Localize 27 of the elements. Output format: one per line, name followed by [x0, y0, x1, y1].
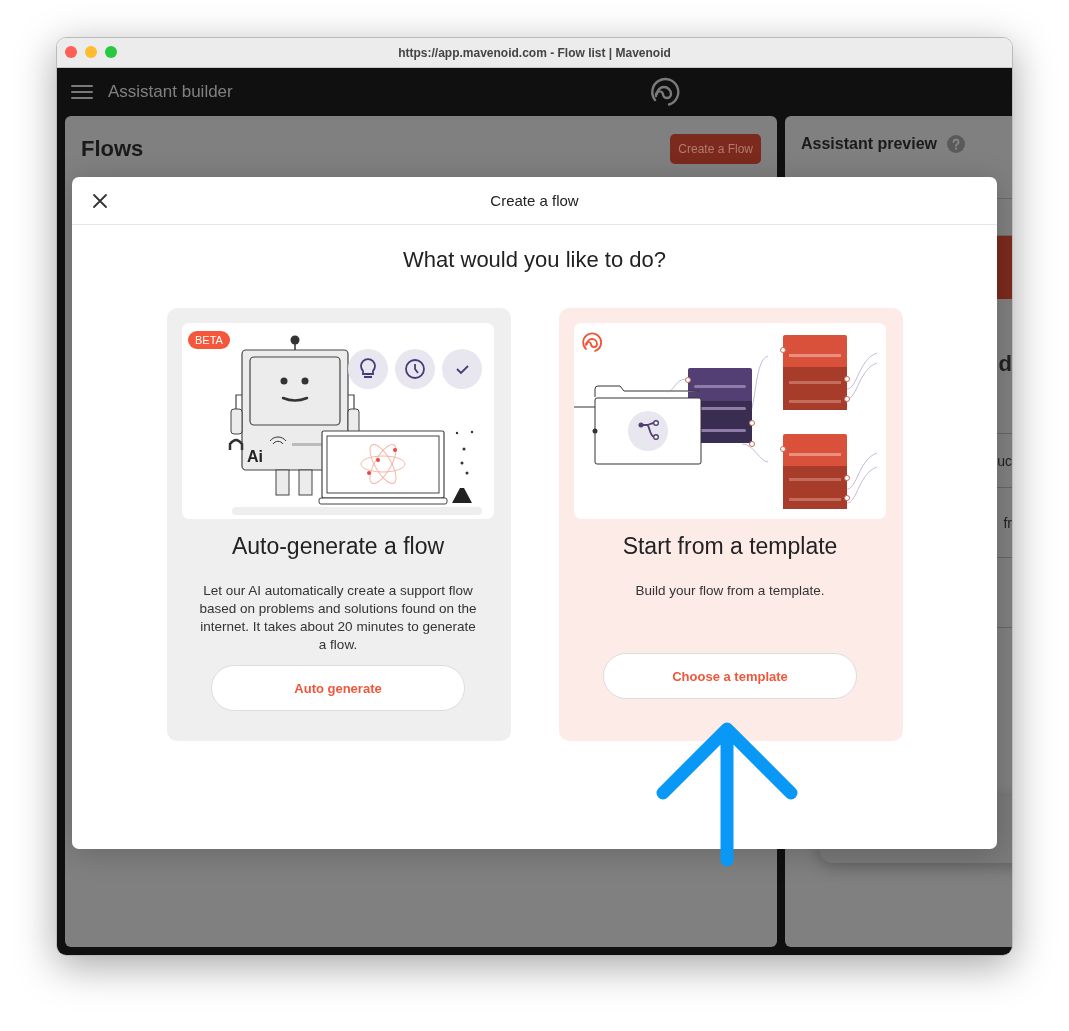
panel-title: Flows: [81, 136, 144, 162]
robot-label: Ai: [247, 448, 263, 466]
option-description: Build your flow from a template.: [634, 582, 826, 600]
minimize-window-button[interactable]: [85, 46, 97, 58]
create-flow-button[interactable]: Create a Flow: [670, 134, 761, 164]
close-window-button[interactable]: [65, 46, 77, 58]
close-icon[interactable]: [92, 193, 108, 209]
window-title: https://app.mavenoid.com - Flow list | Mavenoid: [398, 45, 671, 60]
option-button[interactable]: Choose a template: [603, 653, 857, 699]
option-description: Let our AI automatically create a support flow based on problems and solutions found on the internet. It takes about 20 minutes to generate a flow.: [198, 582, 478, 654]
panel-title: Assistant preview: [801, 135, 938, 153]
menu-icon[interactable]: [71, 84, 93, 100]
help-icon[interactable]: [947, 135, 966, 153]
dialog-title: Create a flow: [490, 192, 579, 209]
option-card[interactable]: BETA Ai Auto-generate a flow Let our AI automatically create a support flow based on problems and solutions found on the internet. It takes about 20 minutes to generate a flow. Auto generate: [166, 308, 511, 741]
option-card[interactable]: Start from a template Build your flow from a template. Choose a template: [558, 308, 903, 741]
preview-text: fr: [1003, 514, 1012, 531]
option-button[interactable]: Auto generate: [211, 665, 465, 711]
dialog-question: What would you like to do?: [402, 247, 667, 273]
preview-text: d: [998, 350, 1012, 378]
zoom-window-button[interactable]: [105, 46, 117, 58]
option-title: Auto-generate a flow: [231, 533, 445, 560]
preview-text: uc: [997, 452, 1012, 469]
logo-icon: [582, 332, 603, 352]
app-title: Assistant builder: [108, 82, 233, 102]
beta-badge: BETA: [188, 331, 230, 349]
option-title: Start from a template: [622, 533, 838, 560]
